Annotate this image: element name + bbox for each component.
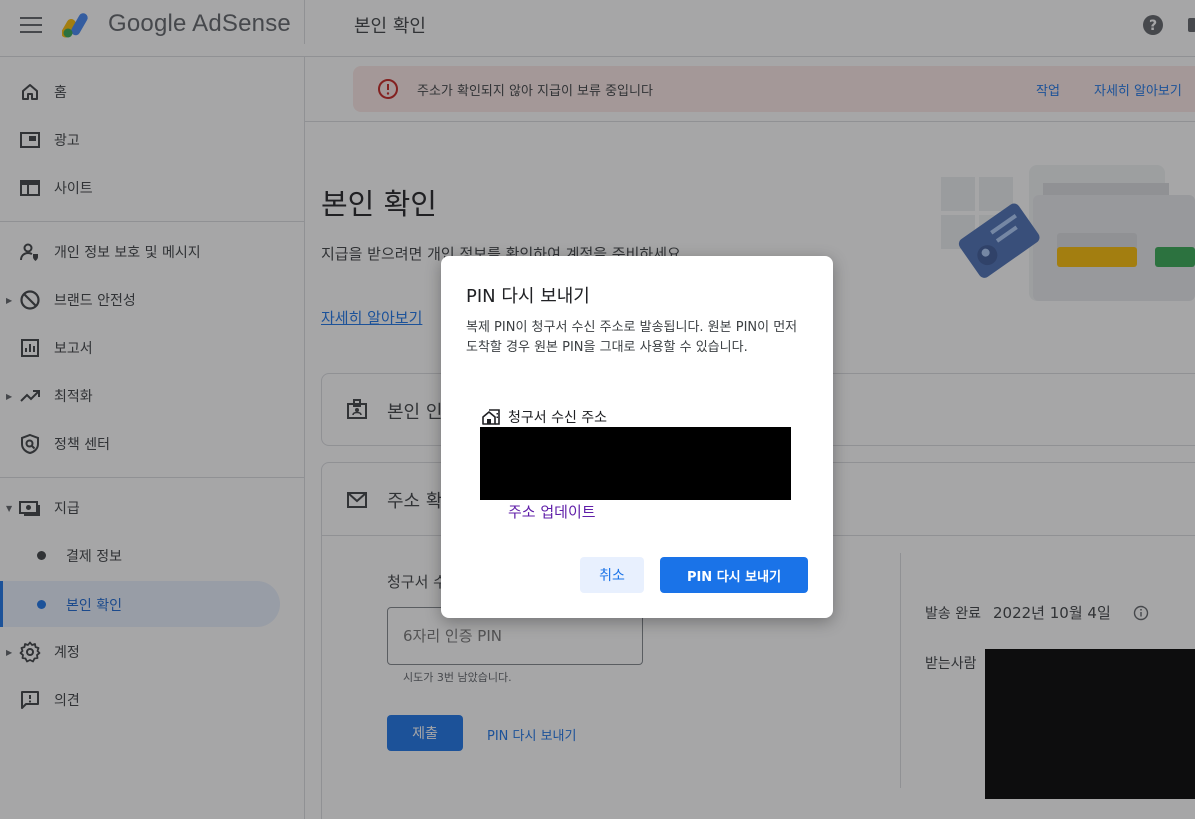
- resend-pin-dialog: PIN 다시 보내기 복제 PIN이 청구서 수신 주소로 발송됩니다. 원본 …: [441, 256, 833, 618]
- cancel-button[interactable]: 취소: [580, 557, 644, 593]
- dialog-body: 복제 PIN이 청구서 수신 주소로 발송됩니다. 원본 PIN이 먼저 도착할…: [466, 320, 798, 355]
- dialog-title: PIN 다시 보내기: [466, 286, 590, 307]
- home-work-icon: [482, 409, 500, 425]
- update-address-link[interactable]: 주소 업데이트: [508, 501, 596, 522]
- billing-address-label: 청구서 수신 주소: [508, 410, 608, 426]
- resend-pin-button[interactable]: PIN 다시 보내기: [660, 557, 808, 593]
- redacted-billing-address: [480, 427, 791, 500]
